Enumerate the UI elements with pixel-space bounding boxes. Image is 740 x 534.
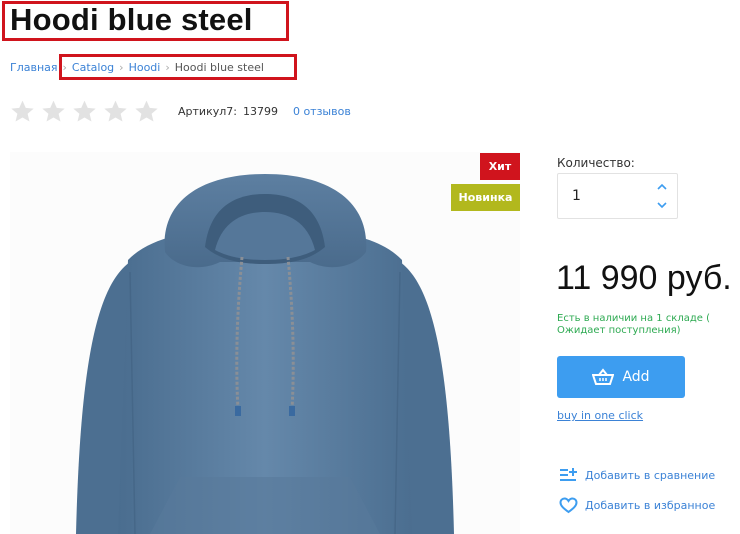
chevron-right-icon: ›	[119, 61, 124, 74]
stock-status: Есть в наличии на 1 складе ( Ожидает пос…	[557, 313, 711, 336]
reviews-link[interactable]: 0 отзывов	[293, 105, 351, 118]
compare-icon	[560, 468, 577, 481]
star-icon[interactable]	[41, 99, 66, 124]
basket-icon	[592, 368, 615, 385]
breadcrumb-catalog[interactable]: Catalog	[72, 61, 114, 74]
star-icon[interactable]	[72, 99, 97, 124]
chevron-down-icon[interactable]	[655, 198, 669, 212]
star-icon[interactable]	[10, 99, 35, 124]
star-icon[interactable]	[134, 99, 159, 124]
chevron-up-icon[interactable]	[655, 180, 669, 194]
buy-one-click-link[interactable]: buy in one click	[557, 409, 643, 422]
star-icon[interactable]	[103, 99, 128, 124]
compare-label: Добавить в сравнение	[585, 469, 716, 482]
article-value: 13799	[242, 105, 278, 118]
article-label: Артикул7:	[178, 105, 237, 118]
quantity-label: Количество:	[557, 156, 635, 170]
add-button-label: Add	[622, 369, 650, 385]
favorite-label: Добавить в избранное	[585, 499, 716, 512]
hit-badge: Хит	[480, 153, 520, 180]
article-number: Артикул7: 13799	[178, 105, 278, 118]
add-to-compare[interactable]: Добавить в сравнение	[559, 467, 715, 484]
rating-stars[interactable]	[10, 99, 159, 124]
product-image[interactable]: Хит Новинка	[10, 152, 520, 534]
chevron-right-icon: ›	[165, 61, 170, 74]
hoodie-illustration	[76, 174, 454, 534]
new-badge: Новинка	[451, 184, 520, 211]
page-title: Hoodi blue steel	[10, 2, 253, 37]
rating-row: Артикул7: 13799 0 отзывов	[10, 99, 351, 124]
product-price: 11 990 руб.	[556, 259, 732, 297]
breadcrumb: Главная › Catalog › Hoodi › Hoodi blue s…	[10, 61, 264, 74]
breadcrumb-hoodi[interactable]: Hoodi	[129, 61, 161, 74]
breadcrumb-current: Hoodi blue steel	[174, 61, 264, 74]
add-to-favorites[interactable]: Добавить в избранное	[559, 497, 715, 514]
breadcrumb-home[interactable]: Главная	[10, 61, 58, 74]
add-to-cart-button[interactable]: Add	[557, 356, 685, 398]
quantity-input[interactable]: 1	[572, 188, 581, 204]
heart-icon	[559, 497, 578, 514]
quantity-stepper[interactable]: 1	[557, 173, 678, 219]
chevron-right-icon: ›	[62, 61, 67, 74]
